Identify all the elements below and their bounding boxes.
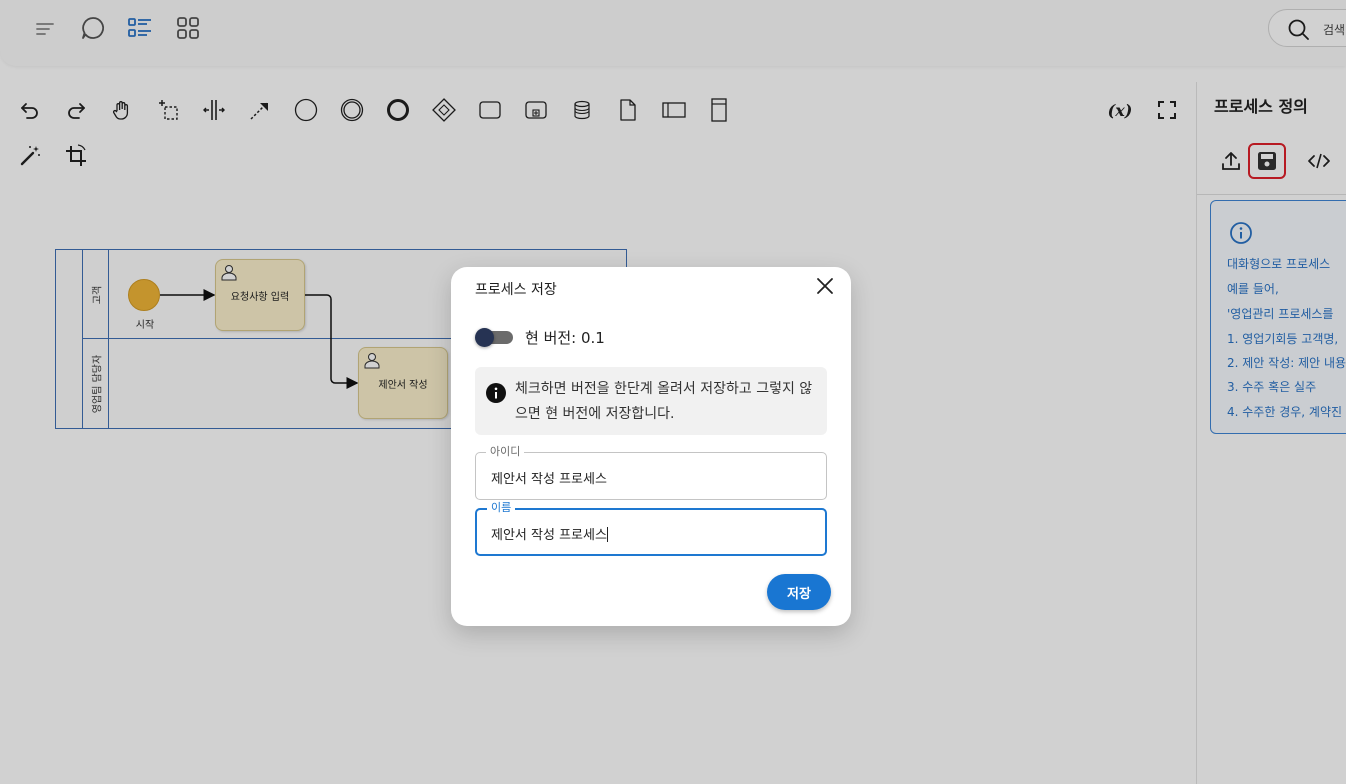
dialog-title: 프로세스 저장 bbox=[475, 282, 557, 298]
current-version-label: 현 버전: 0.1 bbox=[525, 329, 605, 347]
text-caret bbox=[606, 527, 608, 542]
name-field-value-wrap[interactable]: 제안서 작성 프로세스 bbox=[491, 524, 608, 543]
info-alert: 체크하면 버전을 한단계 올려서 저장하고 그렇지 않으면 현 버전에 저장합니… bbox=[475, 367, 827, 435]
name-field[interactable]: 이름 제안서 작성 프로세스 bbox=[475, 501, 827, 556]
save-process-dialog: 프로세스 저장 현 버전: 0.1 체크하면 버전을 한단계 올려서 저장하고 … bbox=[451, 267, 851, 626]
version-up-toggle[interactable] bbox=[475, 328, 513, 347]
id-field[interactable]: 아이디 제안서 작성 프로세스 bbox=[475, 445, 827, 500]
id-field-value[interactable]: 제안서 작성 프로세스 bbox=[491, 468, 607, 487]
alert-text: 체크하면 버전을 한단계 올려서 저장하고 그렇지 않으면 현 버전에 저장합니… bbox=[515, 381, 813, 422]
name-field-value: 제안서 작성 프로세스 bbox=[491, 528, 607, 543]
id-field-label: 아이디 bbox=[486, 445, 525, 459]
name-field-label: 이름 bbox=[487, 501, 516, 515]
close-icon[interactable] bbox=[813, 274, 837, 298]
info-icon bbox=[485, 382, 507, 408]
save-button[interactable]: 저장 bbox=[767, 574, 831, 610]
toggle-thumb bbox=[475, 328, 494, 347]
